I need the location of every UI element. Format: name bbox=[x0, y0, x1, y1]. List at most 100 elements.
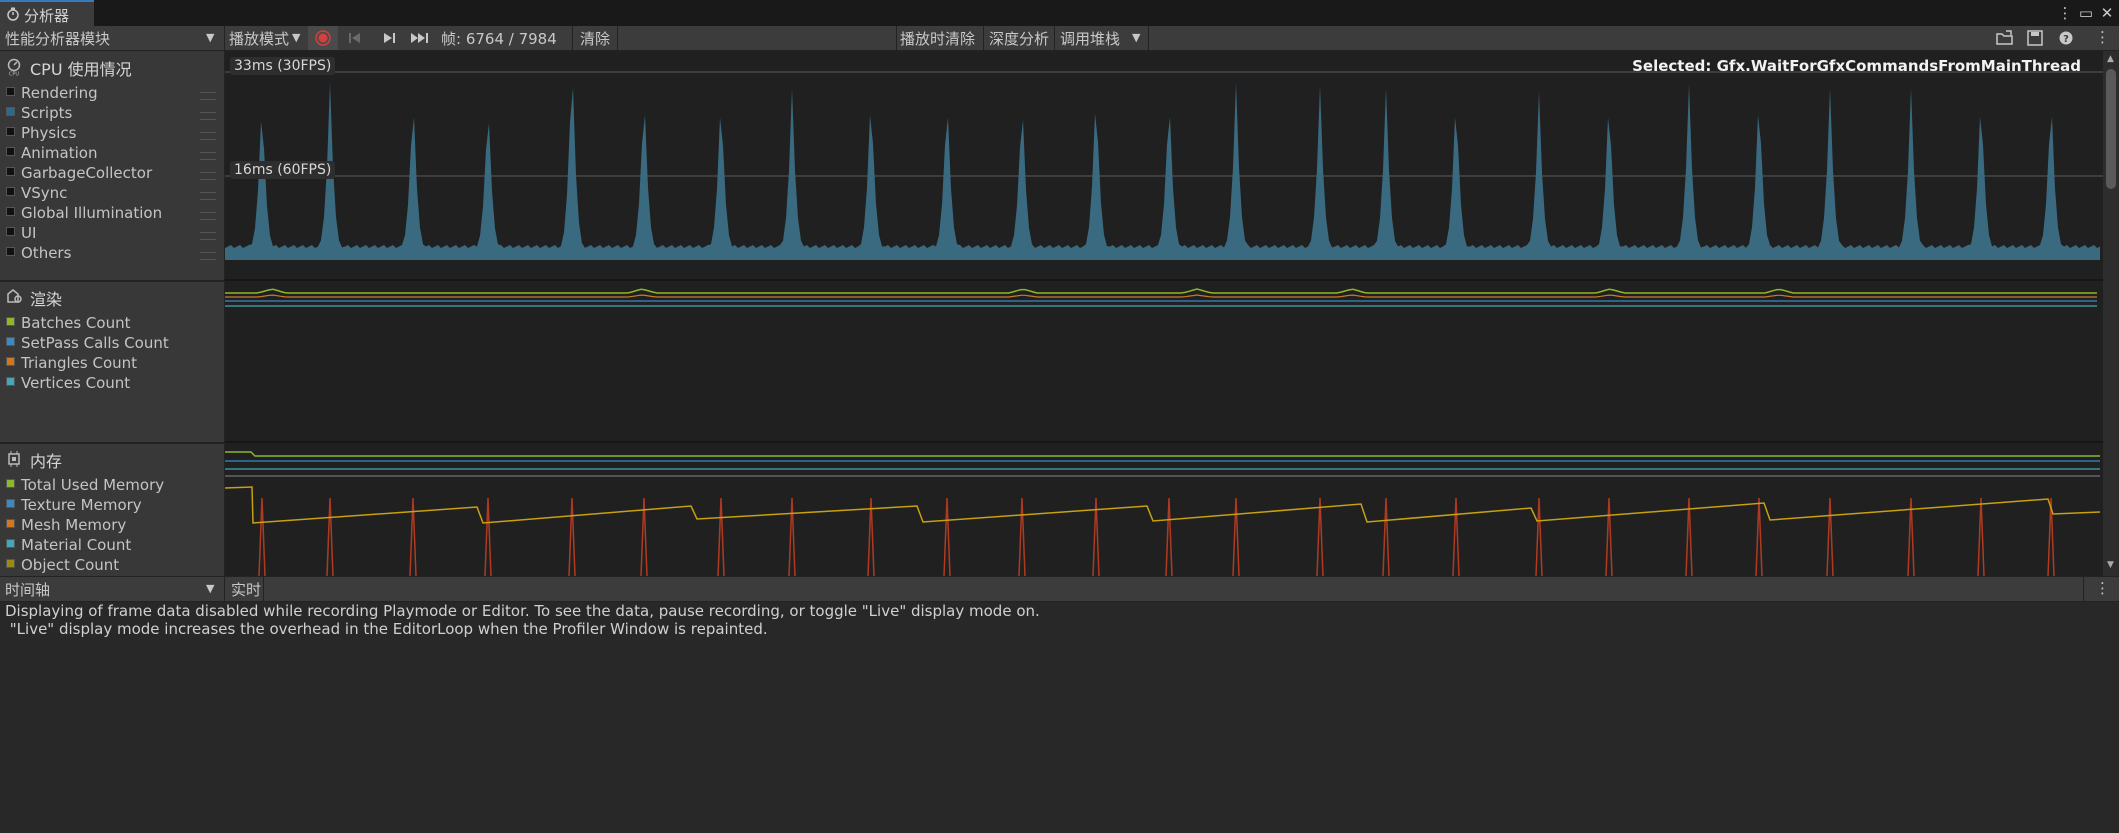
module-list: CPU CPU 使用情况 Rendering Scripts Physics Anim… bbox=[0, 51, 225, 576]
object-spikes bbox=[258, 497, 2055, 576]
more-vert-icon[interactable]: ⋮ bbox=[2095, 28, 2110, 46]
legend-item-others[interactable]: Others bbox=[6, 244, 71, 264]
reorder-grip-icon[interactable] bbox=[200, 212, 216, 220]
charts-svg bbox=[225, 71, 2103, 576]
stopwatch-icon bbox=[7, 7, 19, 21]
legend-label: Animation bbox=[21, 144, 98, 162]
batches-count-line bbox=[225, 288, 2097, 294]
legend-label: Texture Memory bbox=[21, 496, 142, 514]
vertical-scrollbar[interactable]: ▲ ▼ bbox=[2103, 51, 2119, 576]
legend-label: Batches Count bbox=[21, 314, 131, 332]
legend-swatch bbox=[6, 539, 15, 548]
legend-label: Total Used Memory bbox=[21, 476, 165, 494]
legend-item-ui[interactable]: UI bbox=[6, 224, 36, 244]
live-toggle[interactable]: 实时 bbox=[231, 579, 261, 600]
close-icon[interactable]: ✕ bbox=[2097, 2, 2117, 24]
fps60-label: 16ms (60FPS) bbox=[230, 161, 336, 179]
chevron-down-icon[interactable]: ▼ bbox=[206, 31, 214, 44]
chevron-down-icon: ▼ bbox=[292, 31, 301, 44]
profiler-tab[interactable]: 分析器 bbox=[0, 0, 94, 26]
legend-label: Vertices Count bbox=[21, 374, 131, 392]
legend-item-mesh-memory[interactable]: Mesh Memory bbox=[6, 516, 126, 536]
rendering-module-title[interactable]: 渲染 bbox=[30, 286, 62, 310]
legend-label: Scripts bbox=[21, 104, 73, 122]
legend-item-setpass-calls-count[interactable]: SetPass Calls Count bbox=[6, 334, 169, 354]
view-dropdown[interactable]: 时间轴 bbox=[5, 579, 50, 600]
legend-item-object-count[interactable]: Object Count bbox=[6, 556, 119, 576]
legend-swatch bbox=[6, 167, 15, 176]
record-button[interactable] bbox=[308, 26, 338, 50]
toolbar: 性能分析器模块 ▼ 播放模式 ▼ 帧: 6764 / 7984 清除 播放时清除… bbox=[0, 26, 2119, 51]
load-icon[interactable] bbox=[1996, 30, 2014, 46]
first-frame-icon[interactable] bbox=[348, 32, 362, 44]
legend-item-rendering[interactable]: Rendering bbox=[6, 84, 98, 104]
reorder-grip-icon[interactable] bbox=[200, 152, 216, 160]
help-icon[interactable]: ? bbox=[2059, 31, 2073, 45]
call-stacks-button[interactable]: 调用堆栈 bbox=[1060, 28, 1120, 49]
legend-item-texture-memory[interactable]: Texture Memory bbox=[6, 496, 142, 516]
reorder-grip-icon[interactable] bbox=[200, 172, 216, 180]
scroll-up-icon[interactable]: ▲ bbox=[2107, 54, 2114, 64]
clear-button[interactable]: 清除 bbox=[580, 28, 610, 49]
legend-swatch bbox=[6, 107, 15, 116]
scroll-down-icon[interactable]: ▼ bbox=[2107, 560, 2114, 570]
record-icon bbox=[315, 30, 331, 46]
legend-label: SetPass Calls Count bbox=[21, 334, 169, 352]
triangles-count-line bbox=[225, 294, 2097, 298]
legend-swatch bbox=[6, 207, 15, 216]
profiler-charts[interactable]: 33ms (30FPS) 16ms (60FPS) Selected: Gfx.… bbox=[225, 51, 2103, 576]
reorder-grip-icon[interactable] bbox=[200, 112, 216, 120]
playmode-dropdown[interactable]: 播放模式 bbox=[229, 28, 289, 49]
legend-label: Material Count bbox=[21, 536, 132, 554]
legend-item-material-count[interactable]: Material Count bbox=[6, 536, 131, 556]
reorder-grip-icon[interactable] bbox=[200, 132, 216, 140]
legend-item-garbagecollector[interactable]: GarbageCollector bbox=[6, 164, 152, 184]
next-frame-icon[interactable] bbox=[382, 32, 396, 44]
fps30-label: 33ms (30FPS) bbox=[230, 57, 336, 75]
cpu-usage-area bbox=[225, 82, 2100, 260]
legend-item-vsync[interactable]: VSync bbox=[6, 184, 67, 204]
recording-message: Displaying of frame data disabled while … bbox=[5, 602, 1040, 638]
clear-on-play-button[interactable]: 播放时清除 bbox=[900, 28, 975, 49]
chevron-down-icon[interactable]: ▼ bbox=[206, 582, 214, 595]
legend-label: UI bbox=[21, 224, 37, 242]
memory-module-title[interactable]: 内存 bbox=[30, 448, 62, 472]
total-used-memory-line bbox=[225, 451, 2100, 457]
legend-swatch bbox=[6, 337, 15, 346]
chevron-down-icon[interactable]: ▼ bbox=[1132, 31, 1140, 44]
reorder-grip-icon[interactable] bbox=[200, 252, 216, 260]
frame-counter: 帧: 6764 / 7984 bbox=[441, 30, 557, 48]
tab-title: 分析器 bbox=[24, 7, 70, 25]
legend-swatch bbox=[6, 147, 15, 156]
more-vert-icon[interactable]: ⋮ bbox=[2095, 579, 2110, 597]
reorder-grip-icon[interactable] bbox=[200, 192, 216, 200]
title-bar bbox=[0, 0, 2119, 26]
legend-item-scripts[interactable]: Scripts bbox=[6, 104, 72, 124]
legend-item-total-used-memory[interactable]: Total Used Memory bbox=[6, 476, 164, 496]
reorder-grip-icon[interactable] bbox=[200, 232, 216, 240]
module-dropdown[interactable]: 性能分析器模块 bbox=[5, 28, 110, 49]
legend-label: Rendering bbox=[21, 84, 98, 102]
legend-swatch bbox=[6, 357, 15, 366]
legend-swatch bbox=[6, 519, 15, 528]
scrollbar-thumb[interactable] bbox=[2106, 69, 2116, 189]
object-count-line bbox=[225, 486, 2101, 524]
save-icon[interactable] bbox=[2027, 30, 2043, 46]
details-toolbar: 时间轴 ▼ 实时 ⋮ bbox=[0, 576, 2119, 602]
more-vert-icon[interactable]: ⋮ bbox=[2055, 2, 2075, 24]
legend-item-physics[interactable]: Physics bbox=[6, 124, 76, 144]
cpu-module-title[interactable]: CPU 使用情况 bbox=[30, 56, 132, 80]
svg-text:CPU: CPU bbox=[9, 72, 20, 77]
legend-swatch bbox=[6, 247, 15, 256]
legend-item-global-illumination[interactable]: Global Illumination bbox=[6, 204, 162, 224]
legend-item-batches-count[interactable]: Batches Count bbox=[6, 314, 130, 334]
reorder-grip-icon[interactable] bbox=[200, 92, 216, 100]
selected-marker-label: Selected: Gfx.WaitForGfxCommandsFromMain… bbox=[1632, 57, 2081, 75]
legend-item-vertices-count[interactable]: Vertices Count bbox=[6, 374, 130, 394]
legend-label: Others bbox=[21, 244, 72, 262]
deep-profile-button[interactable]: 深度分析 bbox=[989, 28, 1049, 49]
legend-item-animation[interactable]: Animation bbox=[6, 144, 97, 164]
maximize-icon[interactable]: ▭ bbox=[2076, 2, 2096, 24]
legend-item-triangles-count[interactable]: Triangles Count bbox=[6, 354, 137, 374]
last-frame-icon[interactable] bbox=[410, 32, 430, 44]
